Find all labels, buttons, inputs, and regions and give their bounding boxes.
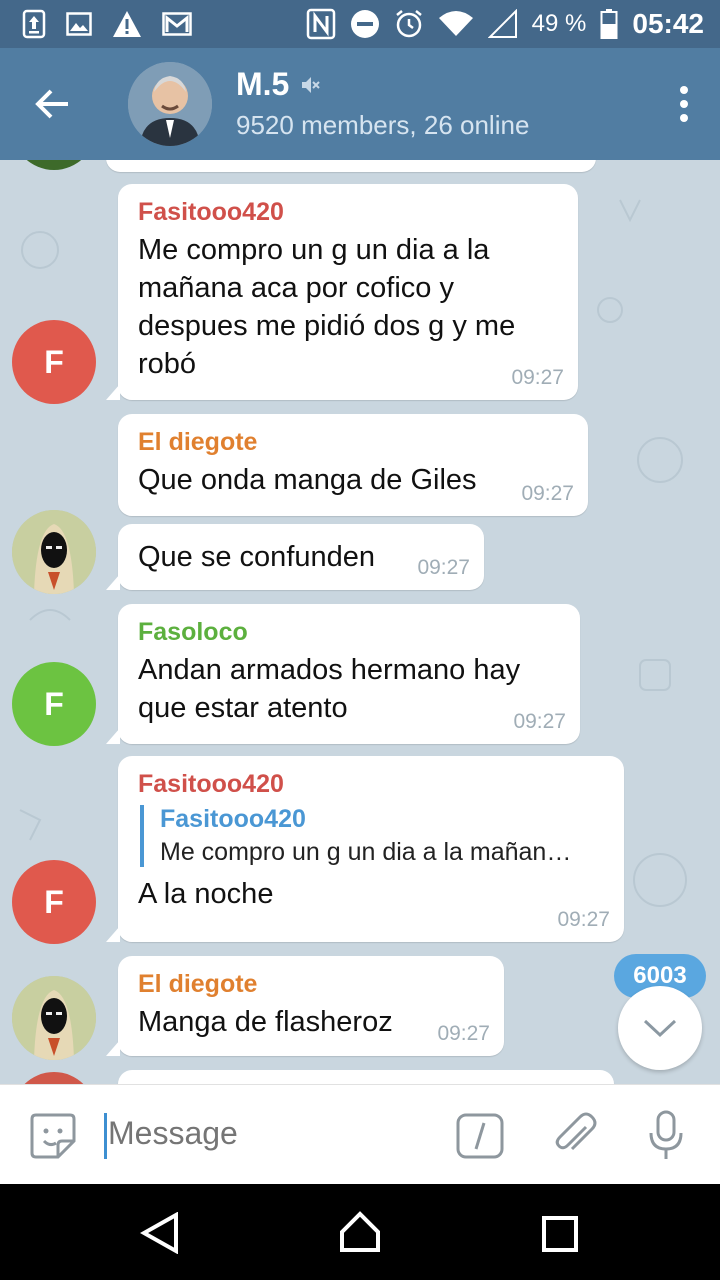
mute-icon	[302, 76, 321, 93]
message-sender[interactable]: Fasitooo420	[138, 770, 604, 799]
avatar-letter: F	[44, 343, 64, 380]
slash-command-icon	[456, 1113, 504, 1159]
hooded-figure-image	[12, 976, 96, 1060]
nav-home-button[interactable]	[338, 1210, 382, 1259]
do-not-disturb-icon	[350, 9, 380, 39]
wifi-icon	[438, 10, 474, 38]
triangle-back-icon	[139, 1211, 178, 1255]
avatar-letter: F	[44, 685, 64, 722]
message-sender[interactable]: Fasoloco	[138, 618, 560, 647]
arrow-left-icon	[35, 89, 68, 119]
attach-button[interactable]	[552, 1111, 598, 1164]
message-time: 09:27	[513, 710, 566, 733]
clock: 05:42	[632, 8, 704, 39]
nfc-icon	[306, 8, 336, 40]
image-icon	[66, 12, 92, 36]
reply-text: Me compro un g un dia a la mañan…	[160, 838, 572, 866]
gmail-icon	[162, 12, 192, 36]
message-text: Me compro un g un dia a la mañana aca po…	[138, 234, 516, 380]
message-text: Andan armados hermano hay que estar aten…	[138, 654, 521, 724]
message-bubble[interactable]: Fasoloco Andan armados hermano hay que e…	[106, 604, 580, 744]
message-time: 09:27	[511, 366, 564, 389]
scroll-to-bottom-button[interactable]	[618, 986, 702, 1070]
text-cursor	[104, 1113, 107, 1159]
avatar-letter: F	[44, 883, 64, 920]
message-text: Manga de flasheroz	[138, 1006, 393, 1038]
message-sender[interactable]: El diegote	[138, 970, 484, 999]
message-bubble[interactable]: Fasitooo420 Fasitooo420 Me compro un g u…	[106, 756, 624, 942]
emoji-button[interactable]	[28, 1111, 78, 1166]
message-composer	[0, 1084, 720, 1184]
message-input[interactable]	[108, 1115, 428, 1152]
message-bubble-partial[interactable]	[106, 160, 596, 172]
message-time: 09:27	[521, 482, 574, 505]
home-icon	[340, 1211, 380, 1252]
message-bubble[interactable]: Que se confunden 09:27	[106, 524, 484, 590]
chevron-down-icon	[643, 1019, 677, 1038]
message-time: 09:27	[417, 556, 470, 579]
microphone-icon	[649, 1110, 683, 1159]
system-navigation-bar	[0, 1184, 720, 1280]
voice-message-button[interactable]	[646, 1109, 686, 1166]
avatar-fasitooo420[interactable]: F	[12, 860, 96, 944]
chat-header: M.5 9520 members, 26 online	[0, 48, 720, 160]
message-bubble[interactable]: El diegote Que onda manga de Giles 09:27	[118, 414, 588, 516]
message-list[interactable]: Fasitooo420 Me compro un g un dia a la m…	[0, 160, 720, 1084]
alarm-icon	[394, 9, 424, 39]
battery-icon	[600, 9, 618, 39]
hooded-figure-image	[12, 510, 96, 594]
avatar-fasoloco[interactable]: F	[12, 662, 96, 746]
message-sender[interactable]: Fasitooo420	[138, 198, 558, 227]
chat-title[interactable]: M.5	[236, 66, 321, 103]
message-text: Que onda manga de Giles	[138, 464, 477, 496]
sticker-icon	[30, 1113, 76, 1159]
reply-quote[interactable]: Fasitooo420 Me compro un g un dia a la m…	[140, 805, 604, 867]
battery-percent: 49 %	[531, 10, 587, 37]
nav-back-button[interactable]	[139, 1211, 180, 1259]
message-time: 09:27	[437, 1022, 490, 1045]
nav-recents-button[interactable]	[542, 1216, 578, 1257]
avatar-fasitooo420[interactable]: F	[12, 320, 96, 404]
paperclip-icon	[555, 1112, 597, 1151]
reply-sender: Fasitooo420	[160, 805, 306, 833]
message-bubble[interactable]: Fasitooo420 Me compro un g un dia a la m…	[106, 184, 578, 400]
bot-commands-button[interactable]	[456, 1113, 504, 1164]
status-bar: 49 % 05:42	[0, 0, 720, 48]
group-avatar[interactable]	[128, 62, 212, 146]
chat-member-count: 9520 members, 26 online	[236, 110, 530, 140]
back-button[interactable]	[20, 72, 84, 136]
avatar-el-diegote[interactable]	[12, 510, 96, 594]
message-bubble[interactable]: El diegote Manga de flasheroz 09:27	[106, 956, 504, 1056]
more-options-button[interactable]	[668, 78, 700, 130]
avatar-el-diegote[interactable]	[12, 976, 96, 1060]
message-time: 09:27	[557, 908, 610, 931]
upload-icon	[22, 9, 46, 39]
recents-icon	[542, 1216, 578, 1252]
message-bubble-partial[interactable]	[118, 1070, 614, 1084]
message-sender[interactable]: El diegote	[138, 428, 568, 457]
signal-icon	[487, 9, 518, 39]
message-text: Que se confunden	[138, 541, 376, 573]
chat-title-text: M.5	[236, 66, 290, 102]
message-text: A la noche	[138, 878, 274, 910]
warning-icon	[112, 10, 142, 38]
